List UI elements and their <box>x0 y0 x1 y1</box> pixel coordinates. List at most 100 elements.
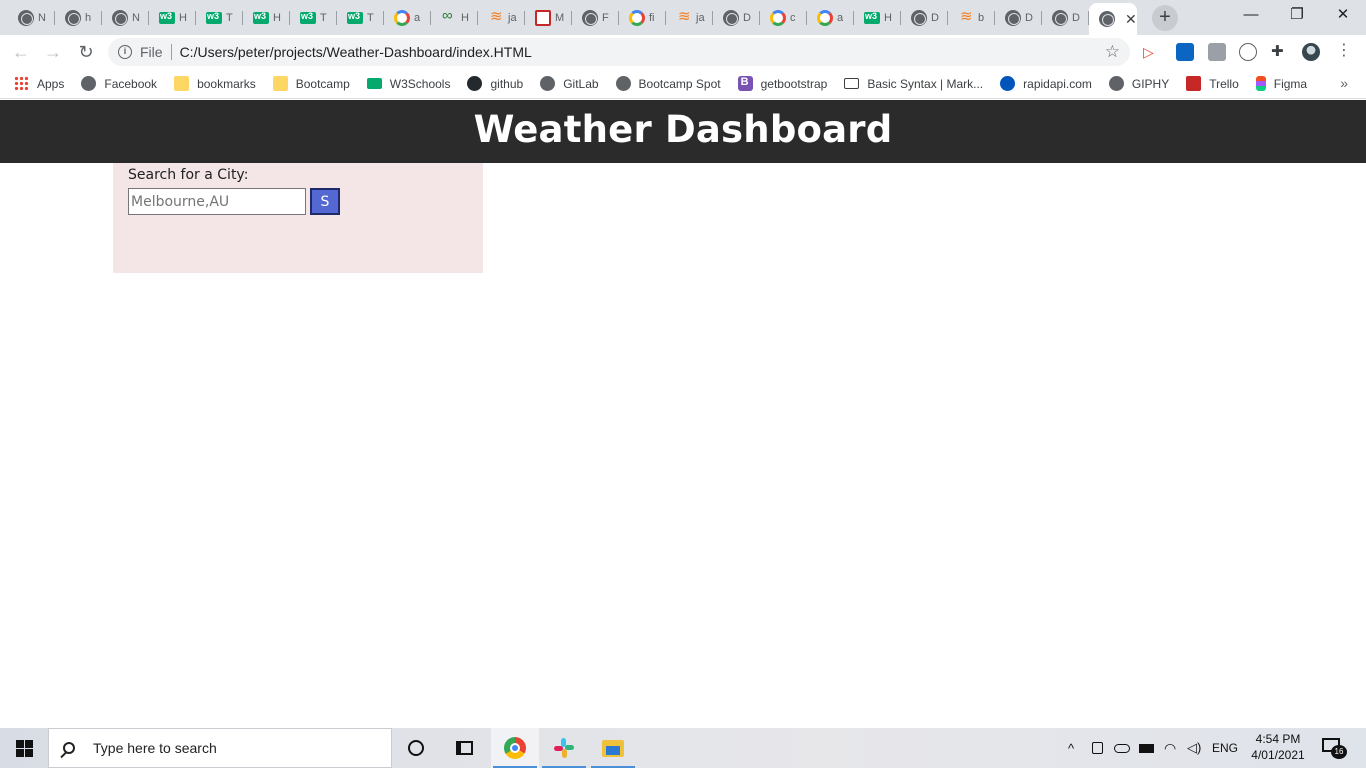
forward-button[interactable]: → <box>41 40 65 64</box>
window-restore-button[interactable]: ❐ <box>1274 2 1320 30</box>
bookmark-item[interactable]: Bootcamp Spot <box>615 76 721 91</box>
globe-icon <box>1005 9 1021 26</box>
browser-tab[interactable]: a <box>384 4 431 31</box>
tab-title: c <box>790 11 796 24</box>
cast-icon[interactable]: ▷ <box>1143 43 1161 61</box>
browser-tab[interactable]: N <box>102 4 149 31</box>
bookmark-item[interactable]: Bootcamp <box>272 76 350 91</box>
clock-date: 4/01/2021 <box>1251 748 1305 762</box>
bookmark-item[interactable]: getbootstrap <box>737 76 827 91</box>
tray-overflow-icon[interactable]: ^ <box>1068 728 1074 768</box>
bookmark-item[interactable]: rapidapi.com <box>1000 76 1092 91</box>
page-header: Weather Dashboard <box>0 100 1366 163</box>
bookmark-item[interactable]: Facebook <box>81 76 157 91</box>
browser-tab[interactable]: T <box>290 4 337 31</box>
tab-title: a <box>837 11 844 24</box>
code-icon[interactable] <box>1239 43 1257 61</box>
bookmark-item[interactable]: Figma <box>1255 76 1307 91</box>
browser-tab[interactable]: a <box>807 4 854 31</box>
w3schools-icon <box>253 11 269 24</box>
more-icon[interactable]: ⋮ <box>1336 43 1354 61</box>
browser-tab[interactable]: fi <box>619 4 666 31</box>
browser-tab[interactable]: T <box>337 4 384 31</box>
file-explorer-icon[interactable] <box>589 728 637 768</box>
browser-tab[interactable]: b <box>948 4 995 31</box>
puzzle-icon[interactable]: ✚ <box>1271 43 1289 61</box>
browser-tab[interactable]: H <box>431 4 478 31</box>
cortana-icon[interactable] <box>392 728 440 768</box>
city-search-input[interactable] <box>128 188 306 215</box>
browser-tab[interactable]: h <box>55 4 102 31</box>
wifi-icon[interactable]: ◠ <box>1164 728 1176 768</box>
bookmark-item[interactable]: GIPHY <box>1108 76 1169 91</box>
bookmark-star-icon[interactable]: ☆ <box>1105 42 1120 62</box>
url-text[interactable]: C:/Users/peter/projects/Weather-Dashboar… <box>180 44 1105 60</box>
browser-tab[interactable]: H <box>149 4 196 31</box>
browser-tab[interactable]: F <box>572 4 619 31</box>
globe-icon <box>65 9 81 26</box>
bookmark-item[interactable]: GitLab <box>540 76 599 91</box>
google-icon <box>770 9 786 26</box>
taskbar-clock[interactable]: 4:54 PM 4/01/2021 <box>1248 731 1308 763</box>
onedrive-icon[interactable] <box>1114 728 1130 768</box>
notifications-icon[interactable]: 16 <box>1322 738 1347 759</box>
address-bar[interactable]: i File C:/Users/peter/projects/Weather-D… <box>108 38 1130 66</box>
back-button[interactable]: ← <box>9 40 33 64</box>
linkedin-icon[interactable] <box>1176 43 1194 61</box>
language-indicator[interactable]: ENG <box>1212 728 1238 768</box>
reload-button[interactable]: ↻ <box>74 40 98 64</box>
chrome-icon[interactable] <box>491 728 539 768</box>
trello-icon <box>1186 76 1202 91</box>
w3-icon <box>366 78 382 89</box>
browser-tab[interactable]: T <box>196 4 243 31</box>
download-icon[interactable] <box>1208 43 1226 61</box>
bookmark-item[interactable]: W3Schools <box>366 77 450 91</box>
page-title: Weather Dashboard <box>473 108 893 151</box>
windows-start-icon[interactable] <box>16 740 33 757</box>
browser-tab[interactable]: D <box>713 4 760 31</box>
w3schools-icon <box>300 11 316 24</box>
tab-title: ja <box>508 11 517 24</box>
bookmark-item[interactable]: bookmarks <box>174 76 256 91</box>
browser-tab[interactable]: D <box>1042 4 1089 31</box>
active-tab[interactable]: ✕ <box>1089 3 1137 35</box>
bookmark-label: rapidapi.com <box>1023 76 1092 91</box>
browser-tab[interactable]: ja <box>666 4 713 31</box>
profile-avatar[interactable] <box>1302 43 1320 61</box>
battery-icon[interactable] <box>1139 728 1154 768</box>
bookmark-item[interactable]: Apps <box>14 76 64 91</box>
tab-title: h <box>85 11 92 24</box>
browser-tab[interactable]: N <box>8 4 55 31</box>
taskbar-search-placeholder: Type here to search <box>93 740 217 756</box>
bookmark-item[interactable]: Trello <box>1186 76 1239 91</box>
task-view-icon[interactable] <box>440 728 488 768</box>
window-close-button[interactable]: ✕ <box>1320 2 1366 30</box>
browser-tab[interactable]: H <box>243 4 290 31</box>
browser-tab[interactable]: ja <box>478 4 525 31</box>
globe-icon <box>615 76 631 91</box>
window-minimize-button[interactable]: — <box>1228 2 1274 30</box>
browser-tab[interactable]: D <box>901 4 948 31</box>
browser-tab[interactable]: M <box>525 4 572 31</box>
close-tab-icon[interactable]: ✕ <box>1125 11 1137 28</box>
browser-tab[interactable]: H <box>854 4 901 31</box>
w3schools-icon <box>206 11 222 24</box>
gh-icon <box>467 76 483 91</box>
bookmark-item[interactable]: Basic Syntax | Mark... <box>844 77 983 91</box>
bookmark-item[interactable]: github <box>467 76 523 91</box>
new-tab-button[interactable]: + <box>1152 5 1178 31</box>
slack-icon[interactable] <box>540 728 588 768</box>
bookmark-label: bookmarks <box>197 76 256 91</box>
bookmark-label: Bootcamp Spot <box>638 76 721 91</box>
volume-icon[interactable]: ◁) <box>1187 728 1201 768</box>
taskbar-search-box[interactable]: Type here to search <box>48 728 392 768</box>
site-info-icon[interactable]: i <box>118 45 132 59</box>
search-button[interactable]: S <box>310 188 340 215</box>
bookmarks-overflow-icon[interactable]: » <box>1340 75 1348 91</box>
bookmarks-bar: Apps Facebook bookmarks Bootcamp W3Schools gi… <box>0 69 1366 99</box>
md-icon <box>844 78 860 89</box>
meet-now-icon[interactable] <box>1092 728 1106 768</box>
browser-tab[interactable]: D <box>995 4 1042 31</box>
globe-icon <box>1052 9 1068 26</box>
browser-tab[interactable]: c <box>760 4 807 31</box>
